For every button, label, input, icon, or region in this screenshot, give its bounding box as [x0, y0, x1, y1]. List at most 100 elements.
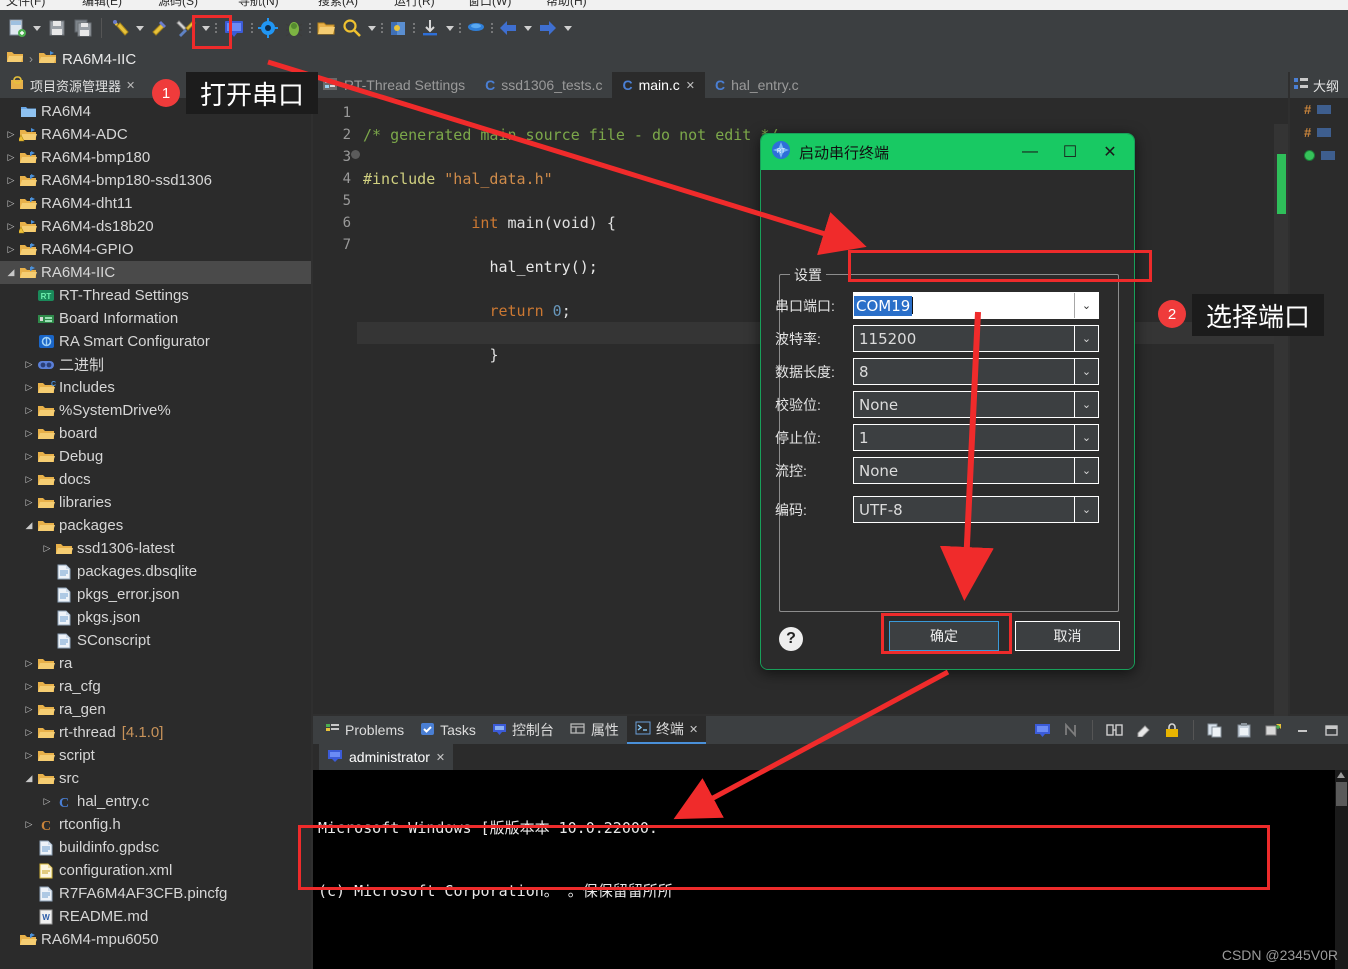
terminal-scrollbar[interactable] [1335, 770, 1348, 969]
outline-item-function-main[interactable] [1290, 144, 1348, 167]
ok-button[interactable]: 确定 [889, 621, 999, 651]
tree-item-readme-md[interactable]: WREADME.md [0, 905, 311, 928]
tree-item-debug[interactable]: ▷Debug [0, 445, 311, 468]
clear-terminal-icon[interactable] [1130, 717, 1156, 743]
download-dropdown-caret[interactable] [443, 15, 457, 41]
chevron-right-icon[interactable]: ▷ [22, 819, 36, 830]
chevron-down-icon[interactable]: ◢ [22, 773, 36, 784]
chevron-right-icon[interactable]: ▷ [4, 175, 18, 186]
tree-item-src[interactable]: ◢src [0, 767, 311, 790]
chevron-right-icon[interactable]: ▷ [22, 451, 36, 462]
console-tab-tasks[interactable]: Tasks [412, 716, 484, 744]
chevron-right-icon[interactable]: ▷ [22, 359, 36, 370]
chevron-right-icon[interactable]: ▷ [4, 129, 18, 140]
project-tree[interactable]: RA6M4▷RA6M4-ADC▷RA6M4-bmp180▷RA6M4-bmp18… [0, 98, 311, 969]
minimize-icon[interactable] [1289, 717, 1315, 743]
tree-item-ra6m4-bmp180[interactable]: ▷RA6M4-bmp180 [0, 146, 311, 169]
chevron-down-icon[interactable]: ◢ [22, 520, 36, 531]
console-tab-close-icon[interactable]: ✕ [689, 723, 698, 736]
menu-item-source[interactable]: 源码(S) [158, 0, 198, 9]
menu-item-navigate[interactable]: 导航(N) [238, 0, 279, 9]
scroll-up-arrow-icon[interactable] [1337, 772, 1345, 778]
tree-item-rt-thread[interactable]: ▷rt-thread[4.1.0] [0, 721, 311, 744]
editor-tab-main-c[interactable]: Cmain.c✕ [612, 72, 705, 98]
data-bits-select[interactable]: 8⌄ [853, 358, 1099, 385]
breadcrumb[interactable]: › RA6M4-IIC [0, 46, 1348, 72]
chevron-right-icon[interactable]: ▷ [22, 704, 36, 715]
menu-item-file[interactable]: 文件(F) [6, 0, 45, 9]
stop-bits-select[interactable]: 1⌄ [853, 424, 1099, 451]
scrollbar-thumb[interactable] [1336, 782, 1347, 806]
console-tab-problems[interactable]: Problems [317, 716, 412, 744]
tree-item-buildinfo-gpdsc[interactable]: buildinfo.gpdsc [0, 836, 311, 859]
chevron-down-icon[interactable]: ⌄ [1074, 497, 1098, 522]
new-terminal-icon[interactable] [1260, 717, 1286, 743]
save-icon[interactable] [44, 15, 70, 41]
menu-item-edit[interactable]: 编辑(E) [82, 0, 122, 9]
cancel-button[interactable]: 取消 [1015, 621, 1120, 651]
search-dropdown-caret[interactable] [365, 15, 379, 41]
chevron-right-icon[interactable]: ▷ [22, 750, 36, 761]
save-all-icon[interactable] [70, 15, 96, 41]
tree-item-packages[interactable]: ◢packages [0, 514, 311, 537]
tree-item-ra[interactable]: ▷ra [0, 652, 311, 675]
tools-dropdown-caret[interactable] [199, 15, 213, 41]
baud-rate-select[interactable]: 115200⌄ [853, 325, 1099, 352]
tree-item-board[interactable]: ▷board [0, 422, 311, 445]
help-icon[interactable]: ? [779, 627, 803, 651]
chevron-down-icon[interactable]: ⌄ [1074, 425, 1098, 450]
tree-item-ssd1306-latest[interactable]: ▷ssd1306-latest [0, 537, 311, 560]
tree-item-hal-entry-c[interactable]: ▷Chal_entry.c [0, 790, 311, 813]
chevron-right-icon[interactable]: ▷ [22, 428, 36, 439]
chevron-right-icon[interactable]: ▷ [4, 198, 18, 209]
chevron-right-icon[interactable]: ▷ [40, 543, 54, 554]
paste-icon[interactable] [1231, 717, 1257, 743]
dialog-titlebar[interactable]: RT 启动串行终端 — ☐ ✕ [761, 134, 1134, 170]
chevron-right-icon[interactable]: ▷ [22, 727, 36, 738]
chevron-right-icon[interactable]: ▷ [22, 382, 36, 393]
tree-item-board-information[interactable]: Board Information [0, 307, 311, 330]
outline-item-macro-2[interactable]: # [1290, 121, 1348, 144]
toggle-view-icon[interactable] [1101, 717, 1127, 743]
menu-bar[interactable]: 文件(F) 编辑(E) 源码(S) 导航(N) 搜索(A) 运行(R) 窗口(W… [0, 0, 1348, 10]
tree-item-ra-smart-configurator[interactable]: RA Smart Configurator [0, 330, 311, 353]
tree-item-ra-gen[interactable]: ▷ra_gen [0, 698, 311, 721]
open-folder-icon[interactable] [313, 15, 339, 41]
chevron-right-icon[interactable]: ▷ [22, 405, 36, 416]
outline-tabbar[interactable]: 大纲 [1290, 72, 1348, 98]
menu-item-help[interactable]: 帮助(H) [546, 0, 587, 9]
outline-item-macro-1[interactable]: # [1290, 98, 1348, 121]
tree-item-ra6m4-adc[interactable]: ▷RA6M4-ADC [0, 123, 311, 146]
editor-tabbar[interactable]: RT-Thread SettingsCssd1306_tests.cCmain.… [313, 72, 1288, 98]
copy-icon[interactable] [1202, 717, 1228, 743]
back-arrow-icon[interactable] [495, 15, 521, 41]
editor-tab-ssd1306-tests-c[interactable]: Cssd1306_tests.c [475, 72, 612, 98]
terminal-session-close-icon[interactable]: ✕ [436, 751, 445, 764]
tree-item-[interactable]: ▷二进制 [0, 353, 311, 376]
chevron-right-icon[interactable]: ▷ [22, 497, 36, 508]
menu-item-run[interactable]: 运行(R) [394, 0, 435, 9]
chevron-down-icon[interactable]: ⌄ [1074, 359, 1098, 384]
forward-arrow-icon[interactable] [535, 15, 561, 41]
tree-item-sconscript[interactable]: SConscript [0, 629, 311, 652]
build-dropdown-caret[interactable] [133, 15, 147, 41]
editor-tab-hal-entry-c[interactable]: Chal_entry.c [705, 72, 809, 98]
editor-scrollbar[interactable] [1274, 124, 1288, 740]
tree-item-configuration-xml[interactable]: configuration.xml [0, 859, 311, 882]
settings-gear-icon[interactable] [255, 15, 281, 41]
next-terminal-icon[interactable] [1058, 717, 1084, 743]
tree-item-ra6m4-dht11[interactable]: ▷RA6M4-dht11 [0, 192, 311, 215]
tree-item-includes[interactable]: ▷CIncludes [0, 376, 311, 399]
tree-item-ra6m4-ds18b20[interactable]: ▷RA6M4-ds18b20 [0, 215, 311, 238]
chevron-down-icon[interactable]: ◢ [4, 267, 18, 278]
terminal-session-tab[interactable]: administrator ✕ [319, 744, 453, 770]
chevron-down-icon[interactable]: ⌄ [1074, 392, 1098, 417]
editor-tab-rt-thread-settings[interactable]: RT-Thread Settings [313, 72, 475, 98]
dialog-minimize-button[interactable]: — [1010, 134, 1050, 170]
new-icon[interactable] [4, 15, 30, 41]
chevron-right-icon[interactable]: ▷ [4, 244, 18, 255]
tab-project-explorer[interactable]: 项目资源管理器 ✕ [4, 72, 141, 98]
tree-item-ra6m4-gpio[interactable]: ▷RA6M4-GPIO [0, 238, 311, 261]
encoding-select[interactable]: UTF-8⌄ [853, 496, 1099, 523]
serial-terminal-dialog[interactable]: RT 启动串行终端 — ☐ ✕ 设置 串口端口:COM19⌄波特率:115200… [760, 133, 1135, 670]
